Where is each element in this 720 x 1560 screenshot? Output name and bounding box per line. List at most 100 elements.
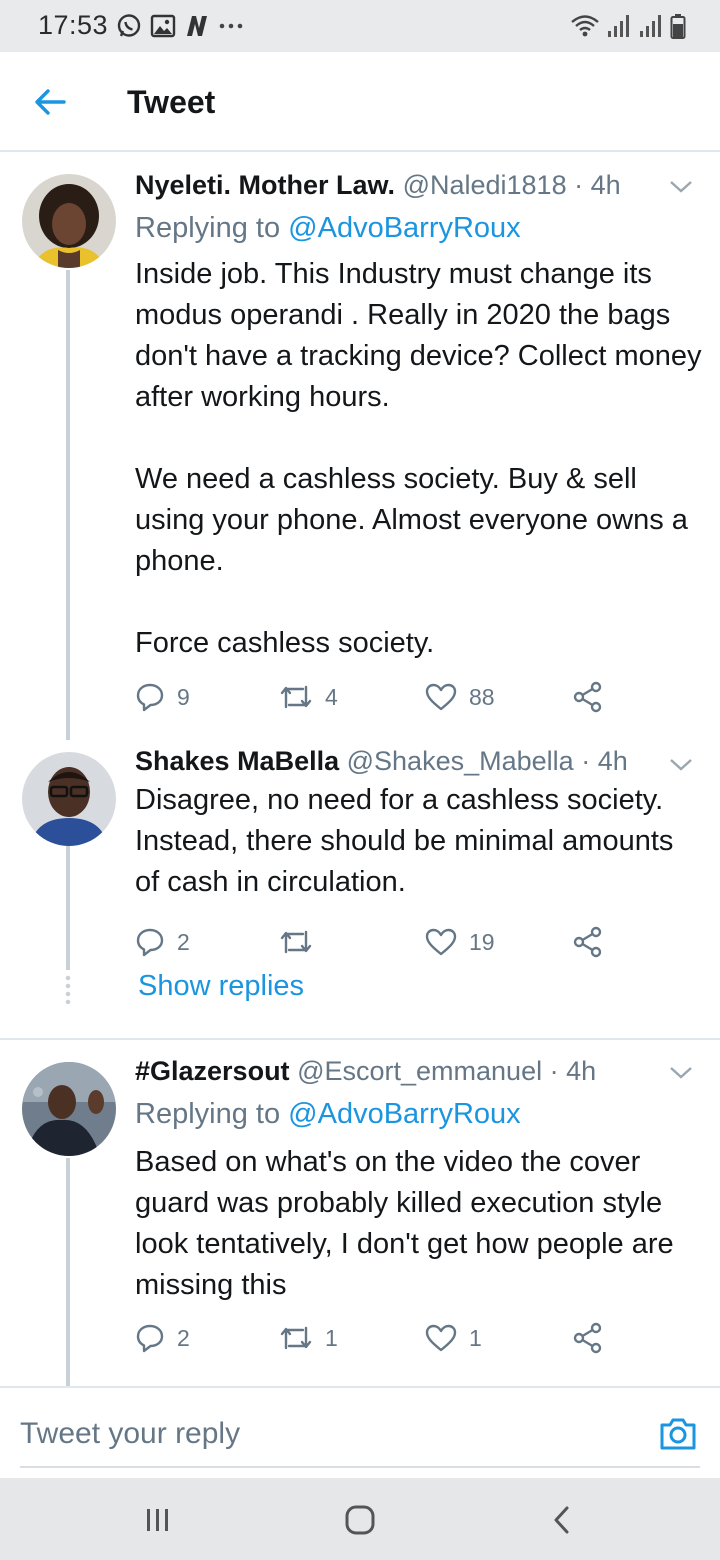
tweet-menu-button[interactable] bbox=[666, 174, 696, 198]
like-count: 88 bbox=[469, 683, 495, 710]
reply-count: 2 bbox=[177, 928, 190, 955]
reply-count: 9 bbox=[177, 683, 190, 710]
reply-icon bbox=[136, 683, 164, 712]
tweet-paragraph: We need a cashless society. Buy & sell u… bbox=[135, 463, 688, 577]
tweet-item[interactable]: Shakes MaBella @Shakes_Mabella · 4h Disa… bbox=[0, 740, 720, 1040]
replying-prefix: Replying to bbox=[135, 212, 281, 244]
chevron-down-icon bbox=[670, 181, 692, 193]
retweet-button[interactable]: 4 bbox=[279, 677, 338, 717]
recent-apps-icon bbox=[147, 1509, 168, 1531]
home-button[interactable] bbox=[338, 1498, 382, 1542]
back-button[interactable] bbox=[28, 82, 72, 122]
tweet-paragraph: Force cashless society. bbox=[135, 627, 435, 659]
share-icon bbox=[573, 926, 602, 958]
reply-icon bbox=[136, 928, 164, 957]
tweet-time: 4h bbox=[566, 1056, 597, 1086]
thread-dots bbox=[65, 974, 71, 1004]
replying-to-link[interactable]: @AdvoBarryRoux bbox=[288, 212, 521, 244]
meta-separator: · bbox=[549, 1056, 559, 1086]
tweet-actions: 2 19 bbox=[135, 922, 615, 962]
retweet-icon bbox=[280, 930, 312, 954]
tweet-menu-button[interactable] bbox=[666, 1060, 696, 1084]
author-handle[interactable]: @Shakes_Mabella bbox=[347, 746, 574, 776]
tweet-paragraph: Based on what's on the video the cover g… bbox=[135, 1146, 674, 1301]
thread-line bbox=[66, 1158, 70, 1386]
status-time: 17:53 bbox=[38, 10, 109, 40]
like-count: 1 bbox=[469, 1324, 482, 1351]
tweet-actions: 2 1 1 bbox=[135, 1318, 615, 1358]
share-button[interactable] bbox=[572, 1318, 604, 1358]
retweet-count: 4 bbox=[325, 683, 338, 710]
avatar[interactable] bbox=[22, 752, 116, 846]
reply-button[interactable]: 9 bbox=[135, 677, 190, 717]
whatsapp-icon bbox=[117, 14, 141, 37]
tweet-meta: Nyeleti. Mother Law. @Naledi1818 · 4h bbox=[135, 168, 621, 202]
tweet-actions: 9 4 88 bbox=[135, 677, 615, 717]
battery-icon bbox=[670, 14, 686, 39]
chevron-down-icon bbox=[670, 759, 692, 771]
reply-bar bbox=[0, 1386, 720, 1478]
like-button[interactable]: 88 bbox=[425, 677, 495, 717]
meta-separator: · bbox=[581, 746, 591, 776]
retweet-button[interactable] bbox=[279, 922, 325, 962]
reply-input[interactable] bbox=[20, 1412, 630, 1456]
tweet-text: Based on what's on the video the cover g… bbox=[135, 1142, 705, 1306]
retweet-count: 1 bbox=[325, 1324, 338, 1351]
heart-icon bbox=[425, 928, 457, 956]
tweet-text: Inside job. This Industry must change it… bbox=[135, 254, 705, 664]
avatar[interactable] bbox=[22, 174, 116, 268]
tweet-meta: #Glazersout @Escort_emmanuel · 4h bbox=[135, 1054, 596, 1088]
share-icon bbox=[573, 1322, 602, 1354]
retweet-button[interactable]: 1 bbox=[279, 1318, 338, 1358]
tweet-paragraph: Disagree, no need for a cashless society… bbox=[135, 784, 674, 898]
thread-line bbox=[66, 270, 70, 740]
chevron-down-icon bbox=[670, 1067, 692, 1079]
author-name[interactable]: Nyeleti. Mother Law. bbox=[135, 170, 395, 200]
share-button[interactable] bbox=[572, 922, 604, 962]
recent-apps-button[interactable] bbox=[136, 1498, 180, 1542]
show-replies-link[interactable]: Show replies bbox=[138, 970, 304, 1003]
more-dots-icon bbox=[219, 23, 243, 29]
share-button[interactable] bbox=[572, 677, 604, 717]
reply-button[interactable]: 2 bbox=[135, 1318, 190, 1358]
avatar[interactable] bbox=[22, 1062, 116, 1156]
retweet-icon bbox=[280, 685, 312, 709]
system-nav-bar bbox=[0, 1478, 720, 1560]
status-icons-left bbox=[116, 12, 244, 40]
thread-line bbox=[66, 836, 70, 970]
replying-to: Replying to @AdvoBarryRoux bbox=[135, 1096, 521, 1132]
reply-count: 2 bbox=[177, 1324, 190, 1351]
tweet-paragraph: Inside job. This Industry must change it… bbox=[135, 258, 702, 413]
meta-separator: · bbox=[574, 170, 584, 200]
retweet-icon bbox=[280, 1326, 312, 1350]
author-name[interactable]: #Glazersout bbox=[135, 1056, 290, 1086]
reply-underline bbox=[20, 1466, 700, 1468]
camera-icon bbox=[660, 1418, 696, 1450]
like-button[interactable]: 19 bbox=[425, 922, 495, 962]
heart-icon bbox=[425, 1324, 457, 1352]
tweet-menu-button[interactable] bbox=[666, 752, 696, 776]
reply-button[interactable]: 2 bbox=[135, 922, 190, 962]
replying-prefix: Replying to bbox=[135, 1098, 281, 1130]
tweet-time: 4h bbox=[590, 170, 621, 200]
tweet-meta: Shakes MaBella @Shakes_Mabella · 4h bbox=[135, 744, 628, 778]
author-handle[interactable]: @Escort_emmanuel bbox=[297, 1056, 542, 1086]
wifi-icon bbox=[571, 15, 599, 37]
system-back-button[interactable] bbox=[540, 1498, 584, 1542]
gallery-icon bbox=[150, 14, 176, 38]
replying-to: Replying to @AdvoBarryRoux bbox=[135, 210, 521, 246]
reply-icon bbox=[136, 1324, 164, 1353]
arrow-left-icon bbox=[35, 89, 66, 115]
camera-button[interactable] bbox=[658, 1414, 698, 1454]
signal-icon bbox=[640, 15, 661, 37]
back-icon bbox=[554, 1506, 569, 1534]
status-icons-right bbox=[570, 12, 686, 40]
signal-icon bbox=[608, 15, 629, 37]
home-icon bbox=[345, 1505, 375, 1535]
replying-to-link[interactable]: @AdvoBarryRoux bbox=[288, 1098, 521, 1130]
author-handle[interactable]: @Naledi1818 bbox=[403, 170, 567, 200]
author-name[interactable]: Shakes MaBella bbox=[135, 746, 339, 776]
status-bar: 17:53 bbox=[0, 0, 720, 52]
tweet-item[interactable]: Nyeleti. Mother Law. @Naledi1818 · 4h Re… bbox=[0, 154, 720, 740]
like-button[interactable]: 1 bbox=[425, 1318, 482, 1358]
